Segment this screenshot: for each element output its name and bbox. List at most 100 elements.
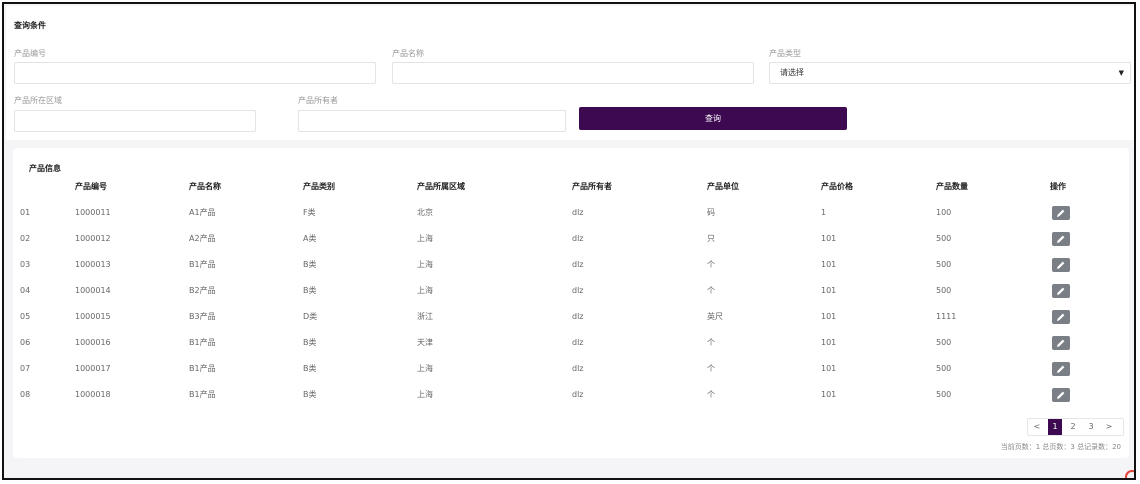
product-name: B1产品 xyxy=(189,338,216,347)
product-quantity: 100 xyxy=(936,208,952,217)
table-row: 02 1000012 A2产品 A类 上海 dlz 只 101 500 xyxy=(13,226,1129,252)
region-input[interactable] xyxy=(14,110,256,132)
product-price: 101 xyxy=(821,234,837,243)
product-quantity: 500 xyxy=(936,364,952,373)
product-owner: dlz xyxy=(572,338,584,347)
row-index: 08 xyxy=(20,390,31,399)
product-owner: dlz xyxy=(572,234,584,243)
edit-button[interactable] xyxy=(1052,232,1070,246)
product-code: 1000013 xyxy=(75,260,111,269)
product-code: 1000016 xyxy=(75,338,111,347)
pagination-page[interactable]: 3 xyxy=(1084,419,1098,435)
col-header-owner: 产品所有者 xyxy=(572,182,612,191)
product-region: 上海 xyxy=(417,364,433,373)
product-category: B类 xyxy=(303,390,317,399)
product-unit: 只 xyxy=(707,234,715,243)
product-unit: 个 xyxy=(707,390,715,399)
product-region: 天津 xyxy=(417,338,433,347)
product-table: 产品编号 产品名称 产品类别 产品所属区域 产品所有者 产品单位 产品价格 产品… xyxy=(13,174,1129,408)
caret-down-icon: ▼ xyxy=(1118,69,1124,77)
product-name: B1产品 xyxy=(189,364,216,373)
product-region: 上海 xyxy=(417,234,433,243)
col-header-action: 操作 xyxy=(1050,182,1066,191)
table-row: 05 1000015 B3产品 D类 浙江 dlz 英尺 101 1111 xyxy=(13,304,1129,330)
col-header-region: 产品所属区域 xyxy=(417,182,465,191)
col-header-quantity: 产品数量 xyxy=(936,182,968,191)
product-quantity: 500 xyxy=(936,390,952,399)
row-index: 03 xyxy=(20,260,31,269)
product-code: 1000011 xyxy=(75,208,111,217)
product-price: 101 xyxy=(821,260,837,269)
product-code: 1000014 xyxy=(75,286,111,295)
edit-button[interactable] xyxy=(1052,362,1070,376)
edit-button[interactable] xyxy=(1052,310,1070,324)
product-name: B2产品 xyxy=(189,286,216,295)
product-unit: 个 xyxy=(707,364,715,373)
floating-widget-icon[interactable] xyxy=(1125,470,1134,478)
pagination-page[interactable]: 1 xyxy=(1048,419,1062,435)
col-header-category: 产品类别 xyxy=(303,182,335,191)
table-row: 01 1000011 A1产品 F类 北京 dlz 码 1 100 xyxy=(13,200,1129,226)
product-name: B1产品 xyxy=(189,390,216,399)
product-price: 101 xyxy=(821,286,837,295)
pencil-icon xyxy=(1057,339,1065,347)
pencil-icon xyxy=(1057,287,1065,295)
row-index: 01 xyxy=(20,208,31,217)
product-type-selected: 请选择 xyxy=(780,68,804,77)
search-button[interactable]: 查询 xyxy=(579,107,847,130)
product-name-input[interactable] xyxy=(392,62,754,84)
pagination-page[interactable]: 2 xyxy=(1066,419,1080,435)
app-frame: 查询条件 产品编号 产品名称 产品类型 请选择 ▼ 产品所在区域 产品所有者 查… xyxy=(2,2,1136,480)
product-type-label: 产品类型 xyxy=(769,49,801,58)
pencil-icon xyxy=(1057,365,1065,373)
product-category: B类 xyxy=(303,286,317,295)
edit-button[interactable] xyxy=(1052,336,1070,350)
owner-input[interactable] xyxy=(298,110,566,132)
product-region: 上海 xyxy=(417,286,433,295)
product-region: 浙江 xyxy=(417,312,433,321)
product-region: 北京 xyxy=(417,208,433,217)
product-region: 上海 xyxy=(417,390,433,399)
pagination-prev[interactable]: < xyxy=(1030,419,1044,435)
table-row: 06 1000016 B1产品 B类 天津 dlz 个 101 500 xyxy=(13,330,1129,356)
product-region: 上海 xyxy=(417,260,433,269)
col-header-unit: 产品单位 xyxy=(707,182,739,191)
product-code-input[interactable] xyxy=(14,62,376,84)
product-price: 101 xyxy=(821,312,837,321)
product-quantity: 500 xyxy=(936,260,952,269)
product-price: 101 xyxy=(821,338,837,347)
table-row: 07 1000017 B1产品 B类 上海 dlz 个 101 500 xyxy=(13,356,1129,382)
product-name: A1产品 xyxy=(189,208,216,217)
edit-button[interactable] xyxy=(1052,388,1070,402)
product-category: A类 xyxy=(303,234,317,243)
product-name-label: 产品名称 xyxy=(392,49,424,58)
edit-button[interactable] xyxy=(1052,206,1070,220)
row-index: 06 xyxy=(20,338,31,347)
row-index: 07 xyxy=(20,364,31,373)
product-code: 1000015 xyxy=(75,312,111,321)
product-price: 101 xyxy=(821,390,837,399)
product-code-label: 产品编号 xyxy=(14,49,46,58)
region-label: 产品所在区域 xyxy=(14,96,62,105)
owner-label: 产品所有者 xyxy=(298,96,338,105)
product-type-select[interactable]: 请选择 ▼ xyxy=(769,62,1131,84)
product-unit: 个 xyxy=(707,338,715,347)
pagination-next[interactable]: > xyxy=(1102,419,1116,435)
table-header: 产品编号 产品名称 产品类别 产品所属区域 产品所有者 产品单位 产品价格 产品… xyxy=(13,174,1129,200)
edit-button[interactable] xyxy=(1052,284,1070,298)
product-quantity: 500 xyxy=(936,286,952,295)
col-header-name: 产品名称 xyxy=(189,182,221,191)
product-name: B1产品 xyxy=(189,260,216,269)
product-name: A2产品 xyxy=(189,234,216,243)
product-owner: dlz xyxy=(572,390,584,399)
product-quantity: 500 xyxy=(936,234,952,243)
product-unit: 码 xyxy=(707,208,715,217)
product-category: B类 xyxy=(303,260,317,269)
product-code: 1000012 xyxy=(75,234,111,243)
table-row: 03 1000013 B1产品 B类 上海 dlz 个 101 500 xyxy=(13,252,1129,278)
edit-button[interactable] xyxy=(1052,258,1070,272)
product-category: B类 xyxy=(303,364,317,373)
query-panel: 查询条件 产品编号 产品名称 产品类型 请选择 ▼ 产品所在区域 产品所有者 xyxy=(6,6,1134,140)
product-quantity: 1111 xyxy=(936,312,957,321)
product-code: 1000018 xyxy=(75,390,111,399)
